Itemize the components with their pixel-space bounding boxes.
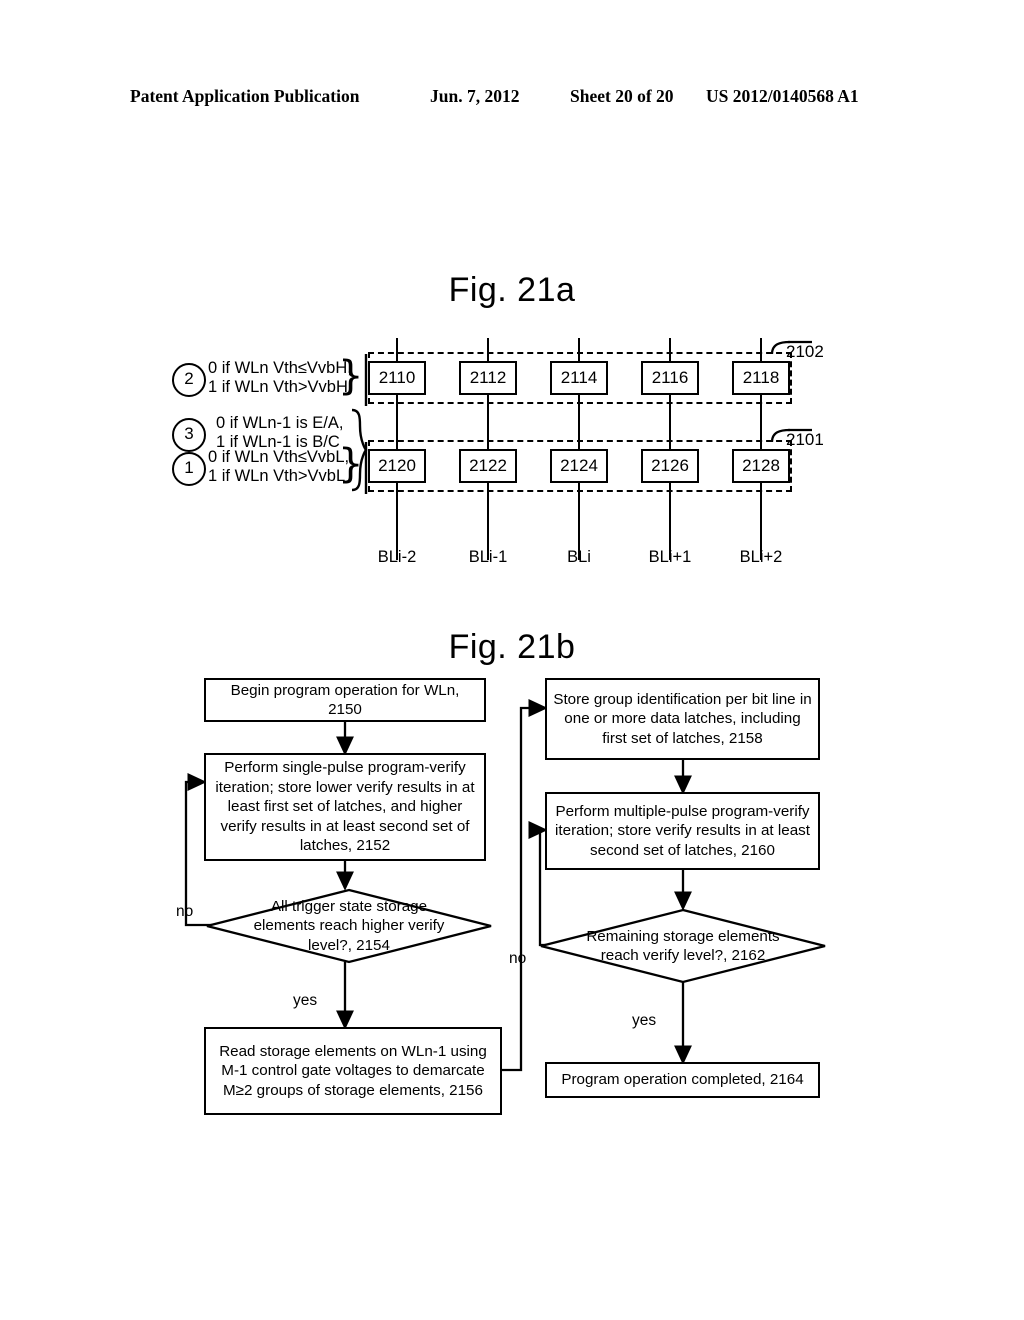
ref-label-2102: 2102 (786, 342, 824, 361)
latch-box: 2120 (368, 449, 426, 483)
header-sheet: Sheet 20 of 20 (570, 86, 674, 106)
flow-box-2164: Program operation completed, 2164 (545, 1062, 820, 1098)
annotation-line: 1 if WLn Vth>VvbL (208, 467, 346, 485)
header-date: Jun. 7, 2012 (430, 86, 520, 106)
annotation-circle-1: 1 (172, 452, 206, 486)
fig-21b: Begin program operation for WLn, 2150 Pe… (0, 660, 1024, 1160)
flow-box-2160: Perform multiple-pulse program-verify it… (545, 792, 820, 870)
ref-label-2101: 2101 (786, 430, 824, 449)
flow-decision-2154-text: All trigger state storage elements reach… (253, 897, 445, 954)
annotation-text-1: 0 if WLn Vth≤VvbL, 1 if WLn Vth>VvbL (208, 448, 349, 486)
latch-box: 2122 (459, 449, 517, 483)
flow-decision-2162-text: Remaining storage elements reach verify … (586, 927, 780, 965)
header-publication: Patent Application Publication (130, 86, 360, 106)
annotation-line: 0 if WLn-1 is E/A, (216, 414, 344, 432)
header-patent-number: US 2012/0140568 A1 (706, 86, 859, 106)
latch-box: 2128 (732, 449, 790, 483)
annotation-line: 1 if WLn Vth>VvbH (208, 378, 348, 396)
annotation-text-3: 0 if WLn-1 is E/A, 1 if WLn-1 is B/C (216, 414, 343, 452)
annotation-line: 0 if WLn Vth≤VvbH, (208, 359, 352, 377)
latch-box: 2114 (550, 361, 608, 395)
flow-box-2158: Store group identification per bit line … (545, 678, 820, 760)
annotation-circle-3: 3 (172, 418, 206, 452)
latch-box: 2110 (368, 361, 426, 395)
flow-box-2156: Read storage elements on WLn-1 using M-1… (204, 1027, 502, 1115)
flow-box-2152: Perform single-pulse program-verify iter… (204, 753, 486, 861)
flow-decision-2162: Remaining storage elements reach verify … (539, 908, 827, 984)
annotation-text-2: 0 if WLn Vth≤VvbH, 1 if WLn Vth>VvbH (208, 359, 352, 397)
latch-box: 2118 (732, 361, 790, 395)
annotation-circle-2: 2 (172, 363, 206, 397)
latch-box: 2124 (550, 449, 608, 483)
latch-box: 2126 (641, 449, 699, 483)
flow-decision-2154: All trigger state storage elements reach… (205, 888, 493, 964)
latch-box: 2116 (641, 361, 699, 395)
latch-box: 2112 (459, 361, 517, 395)
annotation-line: 0 if WLn Vth≤VvbL, (208, 448, 350, 466)
flow-box-2150: Begin program operation for WLn, 2150 (204, 678, 486, 722)
fig-21a: 2102 2101 2110 2112 2114 2116 2118 2120 … (0, 330, 1024, 580)
patent-drawing-page: Patent Application Publication Jun. 7, 2… (0, 0, 1024, 1320)
flowchart-connectors (184, 699, 692, 1072)
fig-21a-title: Fig. 21a (448, 271, 576, 309)
